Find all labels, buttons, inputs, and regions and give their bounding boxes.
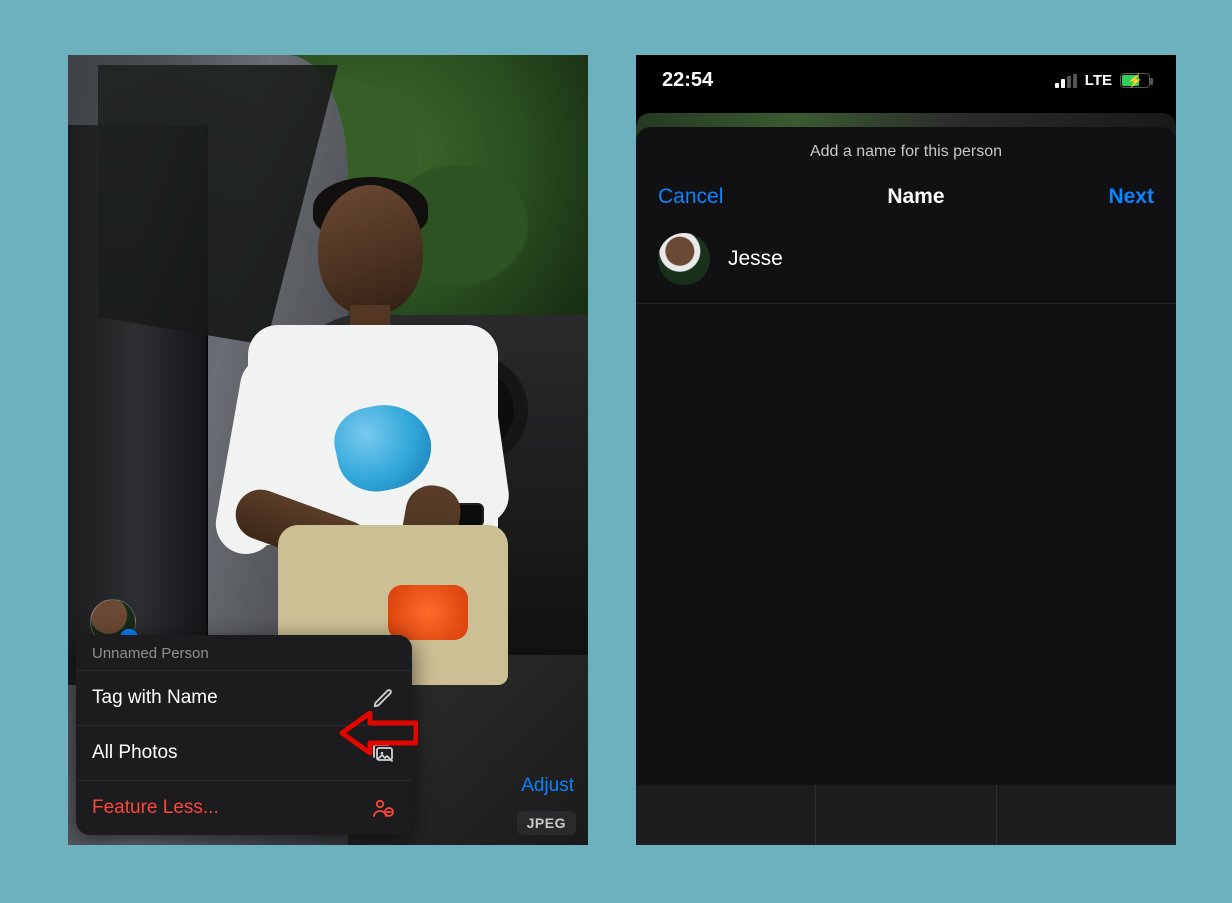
phone-right: 22:54 LTE ⚡ Add a name for this person C… [636,55,1176,845]
suggestion-slot[interactable] [815,785,995,845]
menu-item-tag-with-name[interactable]: Tag with Name [76,670,412,725]
menu-item-label: Tag with Name [92,687,218,709]
charging-bolt-icon: ⚡ [1127,73,1143,89]
cancel-button[interactable]: Cancel [658,185,723,209]
sheet-nav: Cancel Name Next [636,171,1176,227]
sheet-subtitle: Add a name for this person [636,127,1176,171]
suggestion-slot[interactable] [636,785,815,845]
person-minus-icon [370,795,396,821]
menu-item-label: Feature Less... [92,797,219,819]
signal-icon [1055,74,1077,88]
menu-item-feature-less[interactable]: Feature Less... [76,780,412,835]
pencil-icon [370,685,396,711]
battery-icon: ⚡ [1120,73,1150,88]
phone-left: ? Unnamed Person Tag with Name All Photo… [68,55,588,845]
photo-stack-icon [370,740,396,766]
network-label: LTE [1085,72,1112,89]
photo-person [188,185,528,655]
photo-viewer[interactable]: ? Unnamed Person Tag with Name All Photo… [68,55,588,845]
status-right-cluster: LTE ⚡ [1055,72,1150,89]
keyboard-suggestion-bar[interactable] [636,785,1176,845]
sheet-title: Name [887,185,944,209]
avatar [658,233,710,285]
name-input-row [636,227,1176,304]
name-person-sheet: Add a name for this person Cancel Name N… [636,127,1176,845]
adjust-button[interactable]: Adjust [521,775,574,797]
menu-item-all-photos[interactable]: All Photos [76,725,412,780]
menu-item-label: All Photos [92,742,178,764]
name-input[interactable] [728,247,1154,271]
status-time: 22:54 [662,69,713,92]
person-context-menu: Unnamed Person Tag with Name All Photos … [76,635,412,835]
status-bar: 22:54 LTE ⚡ [636,55,1176,98]
suggestion-slot[interactable] [996,785,1176,845]
format-badge: JPEG [517,811,576,835]
next-button[interactable]: Next [1108,185,1154,209]
context-menu-header: Unnamed Person [76,635,412,670]
